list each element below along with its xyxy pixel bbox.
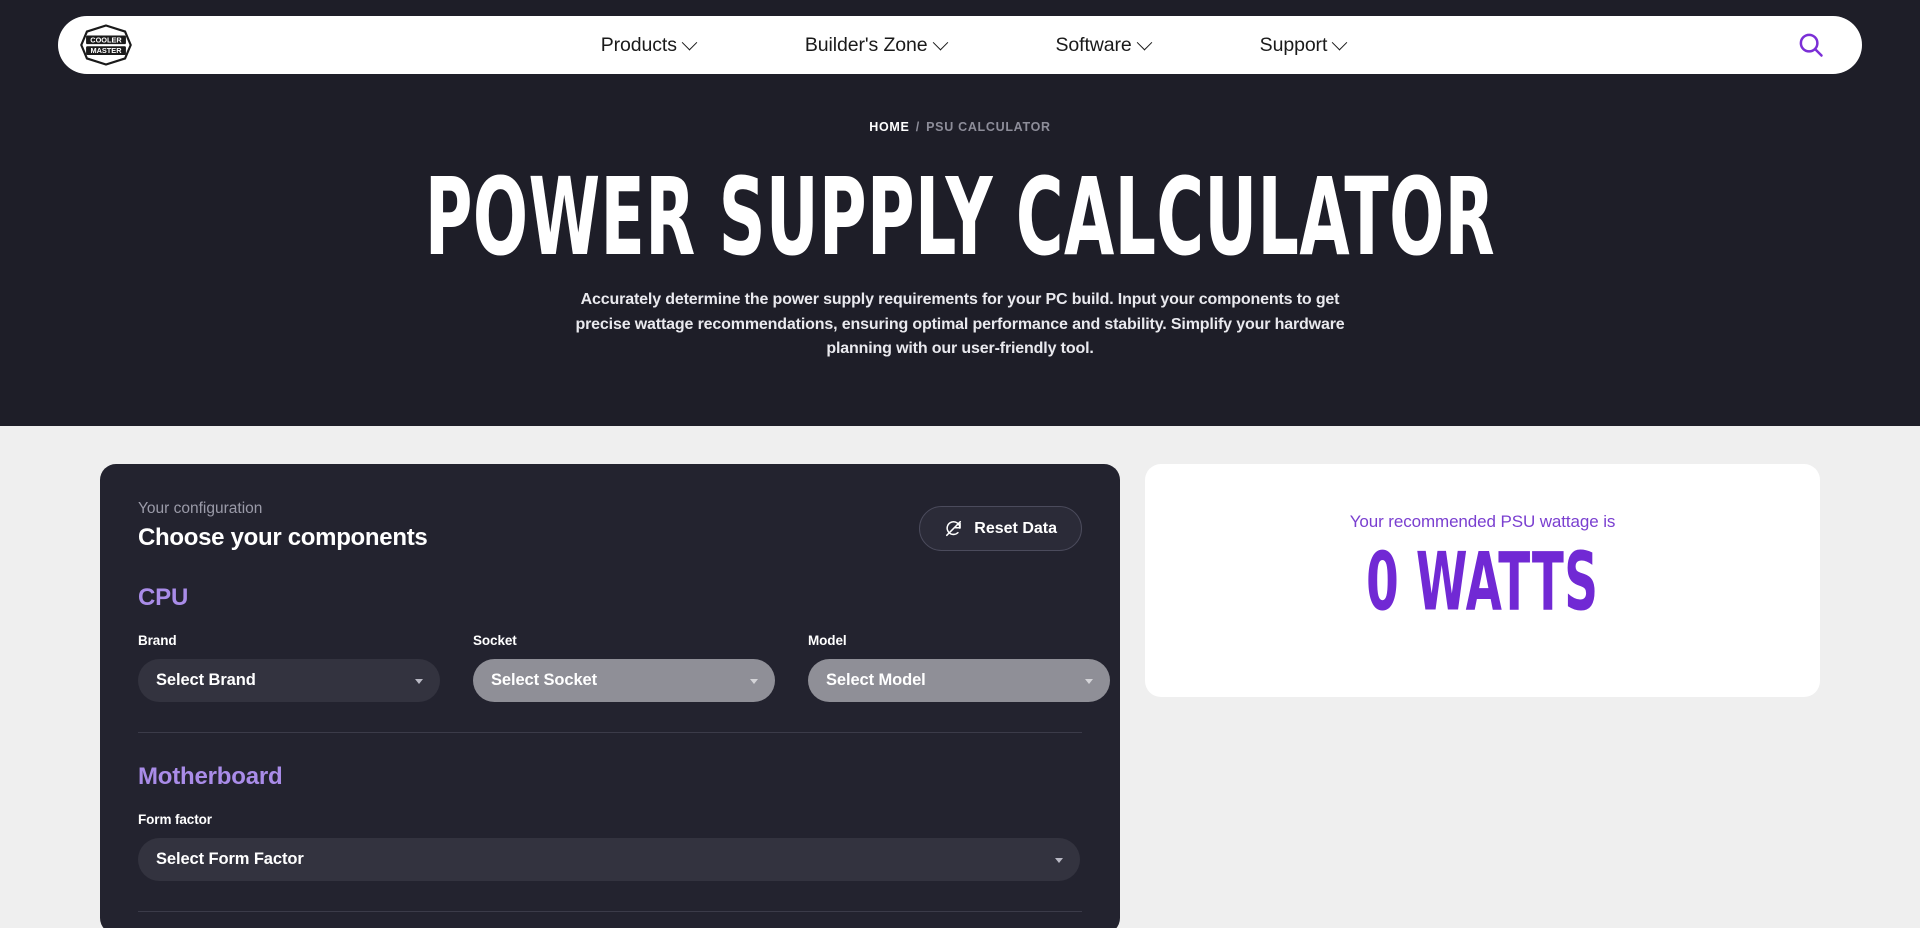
result-wattage-value: 0 WATTS <box>1366 540 1598 623</box>
field-label-form-factor: Form factor <box>138 811 1080 829</box>
search-icon <box>1796 30 1826 60</box>
nav-item-builders-zone[interactable]: Builder's Zone <box>805 34 946 57</box>
breadcrumb-separator: / <box>916 120 920 134</box>
section-divider <box>138 911 1082 912</box>
nav-item-label: Support <box>1260 34 1328 57</box>
select-cpu-socket[interactable]: Select Socket <box>473 659 775 702</box>
result-label: Your recommended PSU wattage is <box>1350 512 1616 532</box>
breadcrumb: HOME / PSU CALCULATOR <box>0 120 1920 134</box>
nav-item-label: Products <box>601 34 677 57</box>
field-cpu-brand: Brand Select Brand <box>138 632 440 702</box>
caret-down-icon <box>750 679 758 684</box>
select-value: Select Model <box>826 671 926 690</box>
reset-data-label: Reset Data <box>974 520 1057 538</box>
nav-item-label: Software <box>1056 34 1132 57</box>
nav-links: Products Builder's Zone Software Support <box>162 34 1784 57</box>
chevron-down-icon <box>682 34 698 50</box>
field-label-model: Model <box>808 632 1110 650</box>
chevron-down-icon <box>932 34 948 50</box>
logo-text-line2: MASTER <box>90 46 122 55</box>
configurator-eyebrow: Your configuration <box>138 498 427 520</box>
field-motherboard-form-factor: Form factor Select Form Factor <box>138 811 1080 881</box>
reset-data-button[interactable]: Reset Data <box>919 506 1082 551</box>
motherboard-field-row: Form factor Select Form Factor <box>138 811 1082 881</box>
chevron-down-icon <box>1136 34 1152 50</box>
content-columns: Your configuration Choose your component… <box>100 464 1820 928</box>
configurator-card: Your configuration Choose your component… <box>100 464 1120 928</box>
breadcrumb-current-page: PSU CALCULATOR <box>926 120 1051 134</box>
field-label-brand: Brand <box>138 632 440 650</box>
content-section: Your configuration Choose your component… <box>0 426 1920 928</box>
search-button[interactable] <box>1794 28 1828 62</box>
field-cpu-socket: Socket Select Socket <box>473 632 775 702</box>
field-cpu-model: Model Select Model <box>808 632 1110 702</box>
logo-text-line1: COOLER <box>90 35 122 44</box>
select-value: Select Form Factor <box>156 850 304 869</box>
field-label-socket: Socket <box>473 632 775 650</box>
cpu-field-row: Brand Select Brand Socket Select Socket … <box>138 632 1082 702</box>
caret-down-icon <box>1085 679 1093 684</box>
section-divider <box>138 732 1082 733</box>
reset-slash-icon <box>944 519 963 538</box>
section-title-cpu: CPU <box>138 584 1082 612</box>
nav-item-support[interactable]: Support <box>1260 34 1346 57</box>
caret-down-icon <box>415 679 423 684</box>
breadcrumb-home-link[interactable]: HOME <box>869 120 909 134</box>
select-cpu-model[interactable]: Select Model <box>808 659 1110 702</box>
configurator-header: Your configuration Choose your component… <box>138 498 1082 554</box>
chevron-down-icon <box>1332 34 1348 50</box>
select-motherboard-form-factor[interactable]: Select Form Factor <box>138 838 1080 881</box>
nav-item-label: Builder's Zone <box>805 34 928 57</box>
configurator-heading-group: Your configuration Choose your component… <box>138 498 427 554</box>
select-value: Select Brand <box>156 671 256 690</box>
nav-item-software[interactable]: Software <box>1056 34 1150 57</box>
main-navigation-bar: COOLER MASTER Products Builder's Zone So… <box>58 16 1862 74</box>
cooler-master-logo[interactable]: COOLER MASTER <box>80 24 132 66</box>
result-card: Your recommended PSU wattage is 0 WATTS <box>1145 464 1820 697</box>
select-value: Select Socket <box>491 671 597 690</box>
hero-section: COOLER MASTER Products Builder's Zone So… <box>0 0 1920 426</box>
section-title-motherboard: Motherboard <box>138 763 1082 791</box>
caret-down-icon <box>1055 858 1063 863</box>
page-title: POWER SUPPLY CALCULATOR <box>173 160 1747 275</box>
select-cpu-brand[interactable]: Select Brand <box>138 659 440 702</box>
nav-item-products[interactable]: Products <box>601 34 695 57</box>
configurator-title: Choose your components <box>138 522 427 554</box>
page-description: Accurately determine the power supply re… <box>570 288 1350 362</box>
